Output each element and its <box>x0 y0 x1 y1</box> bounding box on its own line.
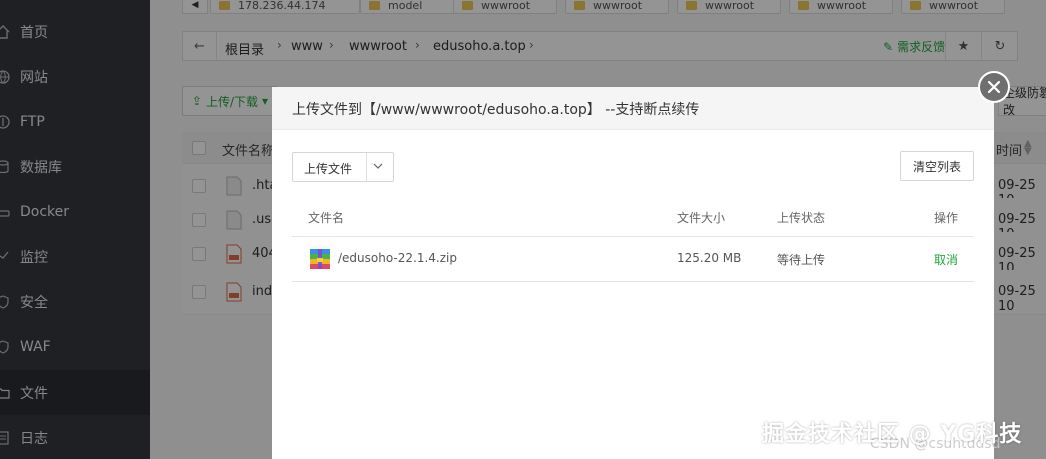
column-header-name: 文件名 <box>308 211 345 225</box>
close-dialog-button[interactable] <box>978 71 1010 103</box>
upload-file-size: 125.20 MB <box>677 251 742 265</box>
clear-list-button[interactable]: 清空列表 <box>900 151 974 181</box>
upload-status: 等待上传 <box>777 253 826 267</box>
column-header-status: 上传状态 <box>777 211 826 225</box>
close-icon <box>980 73 1008 101</box>
upload-dialog: 上传文件到【/www/wwwroot/edusoho.a.top】 --支持断点… <box>272 87 994 459</box>
column-header-action: 操作 <box>934 211 959 225</box>
dialog-title: 上传文件到【/www/wwwroot/edusoho.a.top】 --支持断点… <box>292 102 700 118</box>
upload-row: /edusoho-22.1.4.zip 125.20 MB 等待上传 取消 <box>292 237 974 282</box>
chevron-down-icon[interactable] <box>372 159 384 173</box>
juejin-watermark: 掘金技术社区 @ YG科技 <box>762 422 1023 447</box>
zip-archive-icon <box>310 249 330 269</box>
dialog-header: 上传文件到【/www/wwwroot/edusoho.a.top】 --支持断点… <box>272 87 994 130</box>
upload-file-label: 上传文件 <box>304 162 353 176</box>
upload-table-header: 文件名 文件大小 上传状态 操作 <box>292 197 974 237</box>
cancel-upload-link[interactable]: 取消 <box>934 251 958 268</box>
column-header-size: 文件大小 <box>677 211 726 225</box>
upload-file-button[interactable]: 上传文件 <box>292 152 394 182</box>
button-divider <box>366 153 367 181</box>
clear-list-label: 清空列表 <box>912 159 961 174</box>
upload-file-name: /edusoho-22.1.4.zip <box>338 251 457 265</box>
